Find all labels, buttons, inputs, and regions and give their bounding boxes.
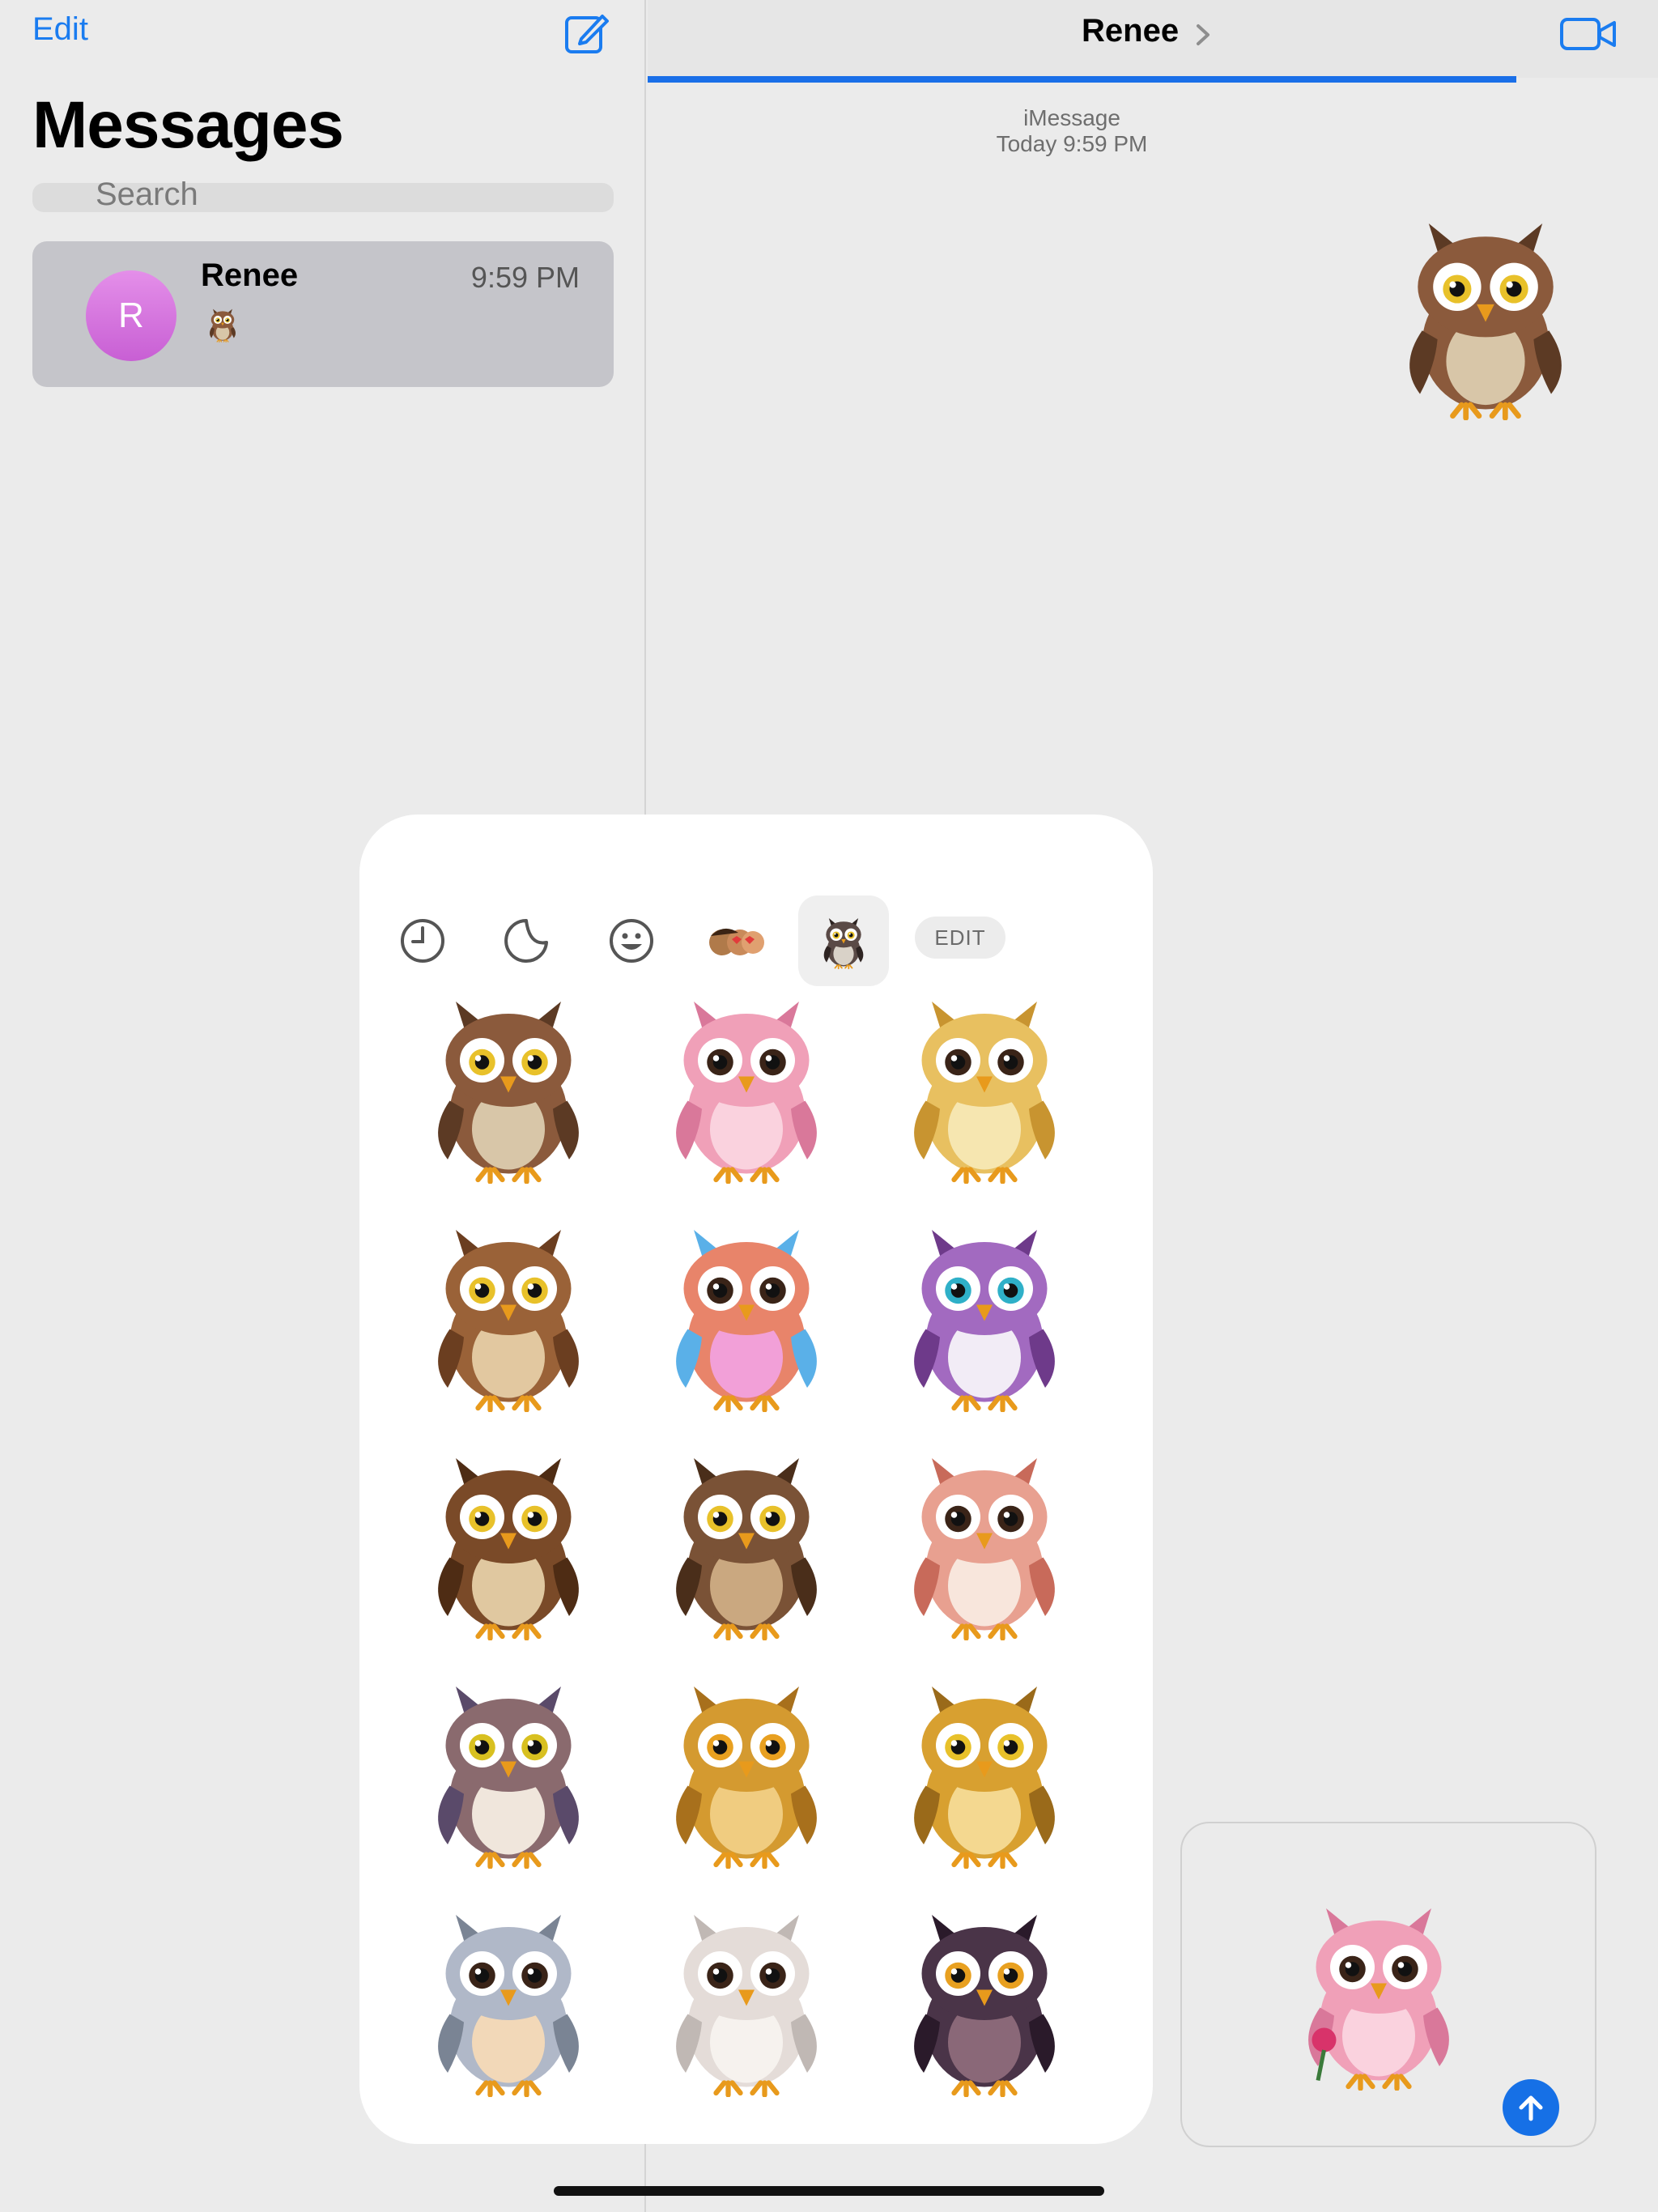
owl-sticker-pack-icon: [815, 912, 872, 969]
send-progress-fill: [648, 76, 1517, 83]
sent-owl-sticker[interactable]: [1376, 198, 1595, 424]
avatar-initial: R: [118, 296, 144, 335]
video-camera-icon[interactable]: [1559, 15, 1618, 53]
sticker-hooded-owl[interactable]: [871, 1890, 1098, 2102]
sleepy-pink-owl-icon: [883, 1438, 1086, 1640]
sticker-pink-owl-with-rose[interactable]: [633, 976, 860, 1189]
owl-with-top-hat-icon: [645, 1438, 848, 1640]
sticker-grid: [395, 976, 1117, 2102]
sticker-owl-with-top-hat[interactable]: [633, 1433, 860, 1645]
clock-icon: [401, 919, 444, 963]
sticker-wizard-owl[interactable]: [395, 1661, 622, 1874]
sticker-rainbow-owl[interactable]: [633, 1205, 860, 1417]
tab-memoji[interactable]: [691, 895, 782, 986]
tab-emoji[interactable]: [586, 895, 677, 986]
chat-header: Renee: [648, 0, 1658, 78]
compose-icon[interactable]: [563, 10, 610, 57]
preview-sticker-icon: [204, 303, 241, 345]
sticker-owl-pointing[interactable]: [395, 1205, 622, 1417]
sticker-owl-with-beanie[interactable]: [871, 1661, 1098, 1874]
owl-with-jacket-icon: [407, 981, 610, 1184]
sticker-golden-crowned-owl[interactable]: [633, 1661, 860, 1874]
memoji-icon: [709, 928, 764, 955]
send-button[interactable]: [1503, 2079, 1559, 2136]
send-progress-bar: [648, 76, 1658, 83]
tab-recents[interactable]: [377, 895, 468, 986]
chevron-right-icon[interactable]: [1193, 19, 1213, 50]
edit-stickers-button[interactable]: EDIT: [915, 917, 1005, 959]
edit-button[interactable]: Edit: [32, 11, 88, 48]
sticker-icon: [504, 919, 548, 963]
rainbow-owl-icon: [645, 1210, 848, 1412]
conversation-name: Renee: [201, 257, 299, 293]
knight-owl-icon: [407, 1438, 610, 1640]
owl-pointing-icon: [407, 1210, 610, 1412]
search-placeholder: Search: [96, 177, 198, 212]
sticker-knight-owl[interactable]: [395, 1433, 622, 1645]
chef-owl-icon: [407, 1895, 610, 2097]
sticker-sleepy-pink-owl[interactable]: [871, 1433, 1098, 1645]
golden-crowned-owl-icon: [645, 1666, 848, 1869]
chat-title[interactable]: Renee: [1082, 13, 1179, 49]
sticker-purple-owl-with-crown[interactable]: [871, 1205, 1098, 1417]
attached-sticker[interactable]: [1278, 1888, 1480, 2091]
service-label: iMessage: [1023, 105, 1120, 130]
tab-stickers[interactable]: [481, 895, 572, 986]
home-indicator[interactable]: [554, 2186, 1104, 2196]
wizard-owl-icon: [407, 1666, 610, 1869]
compose-field[interactable]: [1180, 1822, 1596, 2147]
send-arrow-icon: [1519, 2095, 1543, 2121]
smiley-icon: [610, 919, 653, 963]
pink-owl-with-rose-icon: [645, 981, 848, 1184]
conversation-time: 9:59 PM: [470, 261, 580, 294]
sticker-owl-with-jacket[interactable]: [395, 976, 622, 1189]
avatar: R: [86, 270, 176, 361]
tab-owl-sticker-pack[interactable]: [798, 895, 889, 986]
sticker-drawer: EDIT: [359, 815, 1153, 2144]
hooded-owl-icon: [883, 1895, 1086, 2097]
sticker-chef-owl[interactable]: [395, 1890, 622, 2102]
message-timestamp: Today 9:59 PM: [996, 131, 1148, 156]
purple-owl-with-crown-icon: [883, 1210, 1086, 1412]
conversation-row[interactable]: R Renee 9:59 PM: [32, 241, 614, 387]
sticker-owl-with-scarf[interactable]: [633, 1890, 860, 2102]
owl-with-bowtie-icon: [883, 981, 1086, 1184]
page-title: Messages: [32, 88, 344, 162]
owl-with-beanie-icon: [883, 1666, 1086, 1869]
owl-with-scarf-icon: [645, 1895, 848, 2097]
sticker-owl-with-bowtie[interactable]: [871, 976, 1098, 1189]
